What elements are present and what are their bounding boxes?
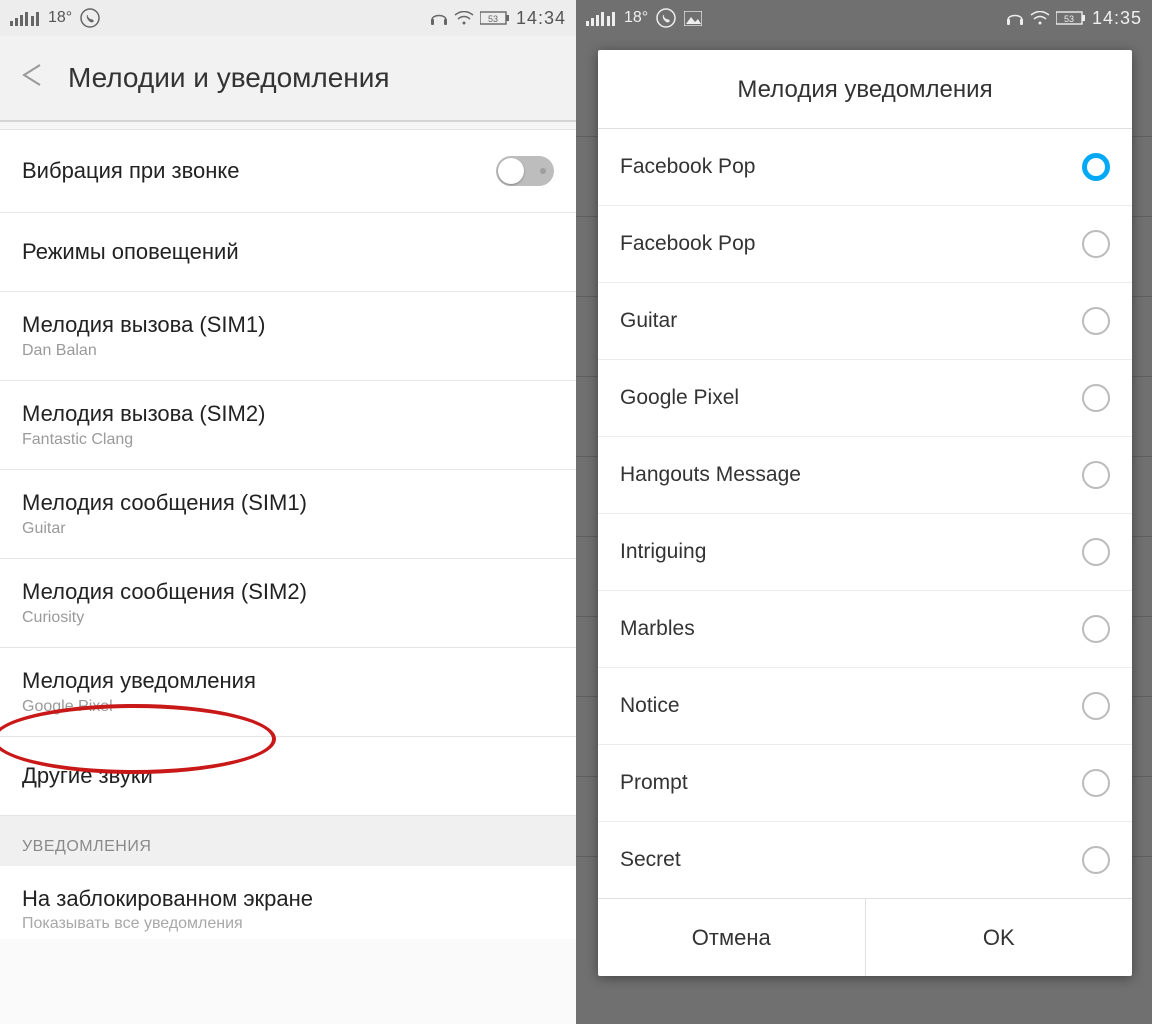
option-label: Marbles (620, 617, 695, 641)
ok-button[interactable]: OK (866, 899, 1133, 976)
radio-icon (1082, 538, 1110, 566)
picture-icon (684, 11, 702, 26)
row-message-sound-sim2[interactable]: Мелодия сообщения (SIM2) Curiosity (0, 559, 576, 648)
option-label: Secret (620, 848, 681, 872)
row-sublabel: Guitar (22, 520, 554, 538)
row-label: Мелодия вызова (SIM1) (22, 312, 554, 338)
temperature: 18° (48, 9, 72, 27)
option-notice[interactable]: Notice (598, 668, 1132, 745)
row-sublabel: Показывать все уведомления (22, 915, 554, 933)
row-label: Мелодия вызова (SIM2) (22, 401, 554, 427)
row-alert-modes[interactable]: Режимы оповещений (0, 213, 576, 292)
headphones-icon (430, 10, 448, 26)
option-guitar[interactable]: Guitar (598, 283, 1132, 360)
header: Мелодии и уведомления (0, 36, 576, 121)
row-sublabel: Fantastic Clang (22, 431, 554, 449)
row-ringtone-sim1[interactable]: Мелодия вызова (SIM1) Dan Balan (0, 292, 576, 381)
option-label: Intriguing (620, 540, 706, 564)
svg-text:53: 53 (1064, 14, 1074, 24)
row-label: Вибрация при звонке (22, 158, 240, 184)
section-notifications: УВЕДОМЛЕНИЯ (0, 816, 576, 866)
option-label: Google Pixel (620, 386, 739, 410)
status-bar: 18° 53 14:35 (576, 0, 1152, 36)
radio-icon (1082, 307, 1110, 335)
row-lock-screen[interactable]: На заблокированном экране Показывать все… (0, 866, 576, 939)
row-ringtone-sim2[interactable]: Мелодия вызова (SIM2) Fantastic Clang (0, 381, 576, 470)
option-facebook-pop[interactable]: Facebook Pop (598, 129, 1132, 206)
viber-icon (80, 8, 100, 28)
clock: 14:34 (516, 8, 566, 29)
radio-icon (1082, 230, 1110, 258)
radio-icon (1082, 153, 1110, 181)
dialog-title: Мелодия уведомления (598, 50, 1132, 129)
option-marbles[interactable]: Marbles (598, 591, 1132, 668)
status-bar: 18° 53 14:34 (0, 0, 576, 36)
svg-text:53: 53 (488, 14, 498, 24)
row-other-sounds[interactable]: Другие звуки (0, 737, 576, 816)
radio-icon (1082, 384, 1110, 412)
radio-icon (1082, 615, 1110, 643)
option-label: Guitar (620, 309, 677, 333)
option-facebook-pop-2[interactable]: Facebook Pop (598, 206, 1132, 283)
battery-icon: 53 (1056, 11, 1086, 25)
temperature: 18° (624, 9, 648, 27)
row-sublabel: Dan Balan (22, 342, 554, 360)
row-label: Режимы оповещений (22, 239, 554, 265)
option-label: Hangouts Message (620, 463, 801, 487)
option-intriguing[interactable]: Intriguing (598, 514, 1132, 591)
row-message-sound-sim1[interactable]: Мелодия сообщения (SIM1) Guitar (0, 470, 576, 559)
option-hangouts-message[interactable]: Hangouts Message (598, 437, 1132, 514)
signal-icon (10, 10, 40, 26)
back-arrow-icon[interactable] (18, 61, 56, 95)
page-title: Мелодии и уведомления (68, 62, 390, 94)
option-label: Facebook Pop (620, 232, 755, 256)
row-label: Мелодия уведомления (22, 668, 554, 694)
battery-icon: 53 (480, 11, 510, 25)
option-label: Prompt (620, 771, 688, 795)
clock: 14:35 (1092, 8, 1142, 29)
toggle-switch[interactable] (496, 156, 554, 186)
wifi-icon (1030, 11, 1050, 25)
headphones-icon (1006, 10, 1024, 26)
row-sublabel: Curiosity (22, 609, 554, 627)
ringtone-picker-dialog: Мелодия уведомления Facebook Pop Faceboo… (598, 50, 1132, 976)
row-label: Другие звуки (22, 763, 554, 789)
screen-settings: 18° 53 14:34 Мелодии и уведомления Вибра… (0, 0, 576, 1024)
row-label: Мелодия сообщения (SIM2) (22, 579, 554, 605)
radio-icon (1082, 692, 1110, 720)
row-notification-sound[interactable]: Мелодия уведомления Google Pixel (0, 648, 576, 737)
option-google-pixel[interactable]: Google Pixel (598, 360, 1132, 437)
signal-icon (586, 10, 616, 26)
option-label: Notice (620, 694, 680, 718)
option-label: Facebook Pop (620, 155, 755, 179)
row-sublabel: Google Pixel (22, 698, 554, 716)
cancel-button[interactable]: Отмена (598, 899, 866, 976)
option-prompt[interactable]: Prompt (598, 745, 1132, 822)
viber-icon (656, 8, 676, 28)
option-secret[interactable]: Secret (598, 822, 1132, 898)
radio-icon (1082, 846, 1110, 874)
screen-dialog: 18° 53 14:35 Мелодия уведомления Faceboo… (576, 0, 1152, 1024)
radio-icon (1082, 461, 1110, 489)
radio-icon (1082, 769, 1110, 797)
dialog-option-list[interactable]: Facebook Pop Facebook Pop Guitar Google … (598, 129, 1132, 898)
row-label: Мелодия сообщения (SIM1) (22, 490, 554, 516)
row-vibrate-on-call[interactable]: Вибрация при звонке (0, 130, 576, 213)
wifi-icon (454, 11, 474, 25)
row-label: На заблокированном экране (22, 886, 554, 912)
